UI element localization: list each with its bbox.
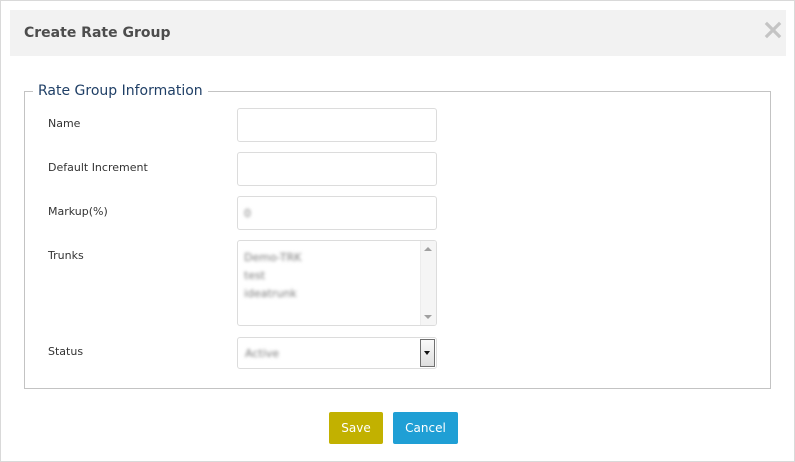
- status-selected-value: Active: [245, 347, 280, 360]
- trunks-label: Trunks: [48, 249, 84, 262]
- name-input[interactable]: [237, 108, 437, 142]
- trunks-scrollbar[interactable]: [420, 241, 436, 325]
- create-rate-group-dialog: Create Rate Group Rate Group Information…: [0, 0, 795, 462]
- scroll-down-icon[interactable]: [424, 315, 432, 319]
- cancel-button[interactable]: Cancel: [393, 412, 458, 444]
- trunk-option[interactable]: Demo-TRK: [238, 249, 420, 267]
- close-icon[interactable]: [764, 21, 782, 39]
- chevron-down-icon: [424, 351, 430, 355]
- trunk-option[interactable]: ideatrunk: [238, 285, 420, 303]
- markup-label: Markup(%): [48, 205, 108, 218]
- dialog-header: Create Rate Group: [10, 10, 786, 56]
- status-label: Status: [48, 345, 84, 358]
- status-dropdown-button[interactable]: [420, 339, 435, 367]
- default-increment-input[interactable]: [237, 152, 437, 186]
- trunks-options: Demo-TRK test ideatrunk: [238, 249, 420, 303]
- dialog-title: Create Rate Group: [24, 25, 171, 41]
- trunk-option[interactable]: test: [238, 267, 420, 285]
- markup-input[interactable]: 0: [237, 196, 437, 230]
- default-increment-label: Default Increment: [48, 161, 148, 174]
- fieldset-legend: Rate Group Information: [38, 83, 203, 99]
- markup-value: 0: [244, 207, 251, 220]
- scroll-up-icon[interactable]: [424, 247, 432, 251]
- trunks-multiselect[interactable]: Demo-TRK test ideatrunk: [237, 240, 437, 326]
- status-select[interactable]: Active: [237, 337, 437, 369]
- save-button[interactable]: Save: [329, 412, 383, 444]
- name-label: Name: [48, 117, 81, 130]
